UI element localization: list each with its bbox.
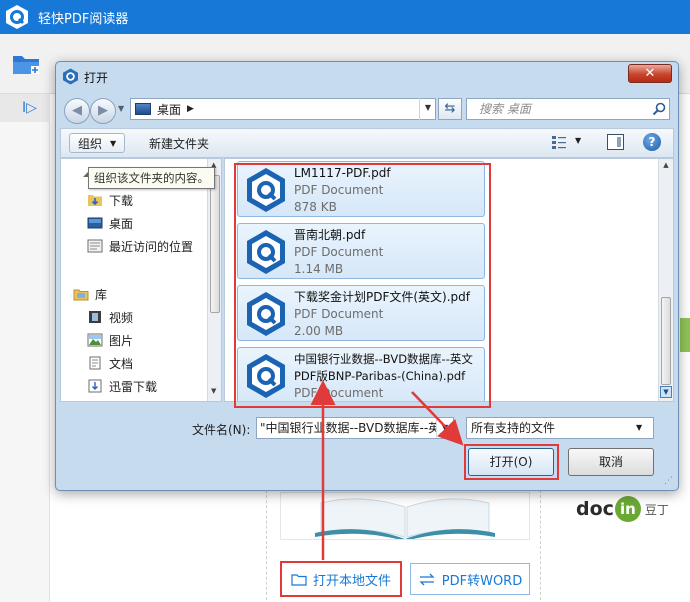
app-title: 轻快PDF阅读器: [38, 12, 129, 27]
scroll-up-arrow[interactable]: ▲: [661, 161, 671, 171]
nav-item-label: 最近访问的位置: [109, 239, 194, 254]
organize-button[interactable]: 组织 ▼: [69, 133, 126, 153]
filename-dropdown[interactable]: ▼: [436, 418, 453, 438]
green-edge-decoration: [680, 318, 690, 352]
app-left-pane: [0, 122, 50, 602]
docin-in-badge: in: [614, 496, 641, 522]
file-list-highlight: [234, 163, 491, 408]
address-location[interactable]: 桌面: [157, 101, 181, 118]
filename-label: 文件名(N):: [192, 423, 251, 437]
nav-item-libraries[interactable]: 库: [73, 285, 107, 303]
cancel-button[interactable]: 取消: [568, 448, 654, 476]
view-dropdown[interactable]: ▼: [575, 136, 581, 145]
chevron-down-icon[interactable]: ▼: [636, 418, 642, 438]
open-local-file-button[interactable]: 打开本地文件: [280, 561, 402, 597]
address-separator[interactable]: ▶: [187, 104, 194, 114]
pdf-to-word-button[interactable]: PDF转WORD: [410, 563, 530, 595]
help-icon[interactable]: ?: [643, 133, 661, 151]
document-library-icon: [89, 356, 101, 370]
library-icon: [73, 289, 89, 301]
open-file-dialog: 打开 ✕ ◀ ▶ ▼ 桌面 ▶ ▼ ⇆ 搜索 桌面 组织 ▼ 新建文件夹 ▼ ?…: [55, 61, 679, 491]
organize-tooltip: 组织该文件夹的内容。: [88, 167, 215, 189]
nav-item-label: 桌面: [109, 216, 134, 231]
nav-item-videos[interactable]: 视频: [87, 308, 133, 326]
nav-item-desktop[interactable]: 桌面: [87, 214, 133, 232]
nav-item-label: 迅雷下载: [109, 379, 158, 394]
organize-label: 组织: [78, 136, 103, 151]
app-titlebar: 轻快PDF阅读器: [0, 0, 690, 34]
docin-watermark: doc in 豆丁: [576, 496, 669, 522]
scroll-down-arrow[interactable]: ▼: [211, 387, 216, 395]
scroll-down-arrow[interactable]: ▼: [660, 386, 672, 398]
video-library-icon: [89, 311, 101, 323]
view-options-icon[interactable]: [551, 135, 567, 149]
desktop-icon: [135, 103, 151, 115]
address-bar[interactable]: 桌面 ▶: [130, 98, 436, 120]
nav-item-label: 库: [95, 287, 108, 302]
command-bar: 组织 ▼ 新建文件夹 ▼ ?: [60, 128, 674, 158]
dialog-titlebar: 打开 ✕: [56, 62, 678, 92]
guide-line: [540, 490, 541, 600]
address-dropdown[interactable]: ▼: [419, 98, 436, 120]
download-folder-icon: [88, 195, 102, 206]
pdf-to-word-label: PDF转WORD: [441, 573, 523, 589]
sidebar-toggle-button[interactable]: I▷: [0, 94, 50, 122]
refresh-button[interactable]: ⇆: [438, 98, 462, 120]
nav-item-label: 视频: [109, 310, 134, 325]
file-list-scrollbar[interactable]: ▲ ▼: [658, 159, 673, 401]
open-button-highlight: [464, 444, 559, 480]
preview-pane-icon[interactable]: [607, 134, 624, 150]
nav-item-documents[interactable]: 文档: [87, 354, 133, 372]
nav-item-pictures[interactable]: 图片: [87, 331, 133, 349]
dialog-close-button[interactable]: ✕: [628, 64, 672, 83]
nav-scrollbar[interactable]: ▲ ▼: [207, 159, 221, 401]
nav-scroll-thumb[interactable]: [210, 175, 220, 313]
search-input[interactable]: 搜索 桌面: [466, 98, 670, 120]
thunder-download-icon: [88, 379, 102, 393]
convert-icon: [419, 573, 435, 585]
file-type-select[interactable]: 所有支持的文件: [466, 417, 654, 439]
docin-cn-text: 豆丁: [644, 502, 669, 517]
navigation-pane: ◢ 下载 桌面 最近访问的位置 库 视频 图片 文档 迅雷下载 ▲ ▼: [60, 158, 222, 402]
docin-doc-text: doc: [576, 498, 614, 520]
folder-icon: [291, 573, 307, 586]
file-list-scroll-thumb[interactable]: [661, 297, 671, 385]
nav-item-downloads[interactable]: 下载: [87, 191, 133, 209]
filename-input[interactable]: "中国银行业数据--BVD数据库--英: [256, 417, 454, 439]
app-logo-icon: [6, 5, 28, 29]
forward-button[interactable]: ▶: [90, 98, 116, 124]
desktop-icon: [87, 217, 103, 229]
nav-item-label: 下载: [109, 193, 134, 208]
chevron-down-icon: ▼: [110, 138, 117, 148]
recent-places-icon: [87, 239, 103, 253]
guide-line: [266, 490, 267, 600]
recent-pages-dropdown[interactable]: ▼: [118, 104, 124, 113]
open-local-file-label: 打开本地文件: [312, 573, 391, 589]
nav-item-label: 图片: [109, 333, 134, 348]
nav-item-recent[interactable]: 最近访问的位置: [87, 237, 193, 255]
nav-item-label: 文档: [109, 356, 134, 371]
open-book-illustration: [280, 492, 530, 540]
back-button[interactable]: ◀: [64, 98, 90, 124]
nav-item-thunder-downloads[interactable]: 迅雷下载: [87, 377, 157, 395]
app-logo-icon: [63, 68, 78, 85]
resize-grip[interactable]: ⋰: [664, 476, 673, 486]
picture-library-icon: [87, 333, 103, 347]
dialog-title: 打开: [84, 71, 109, 85]
open-folder-icon[interactable]: [12, 52, 42, 76]
search-icon[interactable]: [652, 102, 666, 116]
new-folder-button[interactable]: 新建文件夹: [149, 135, 209, 152]
